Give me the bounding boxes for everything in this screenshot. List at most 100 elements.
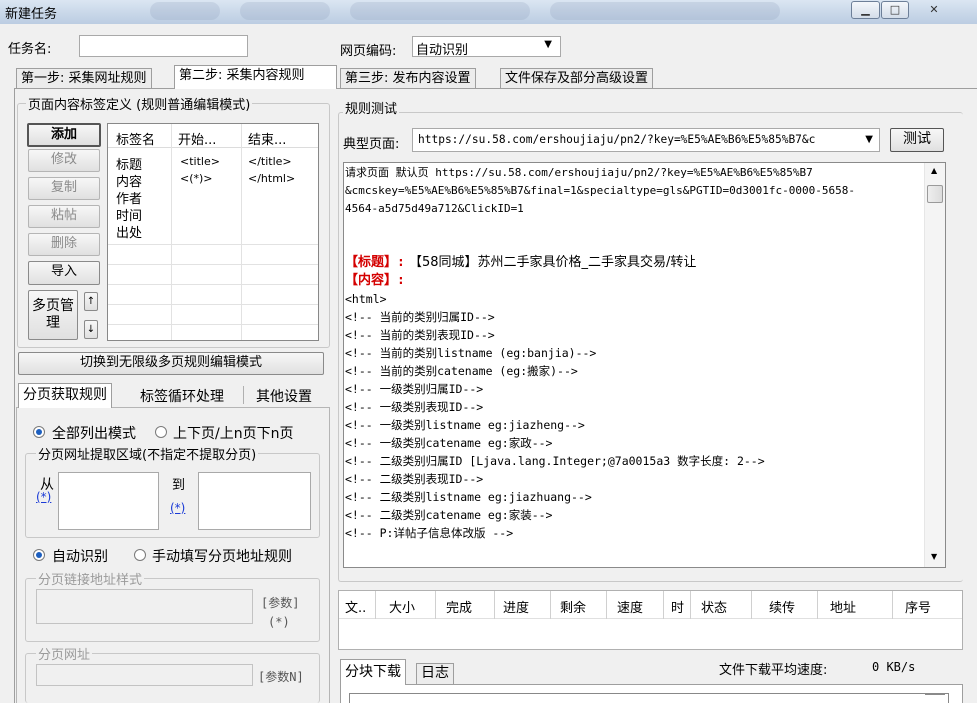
output-line: <!-- 一级类别表现ID--> [345,400,484,414]
avg-speed-label: 文件下载平均速度: [719,663,828,678]
task-name-input[interactable] [79,35,248,57]
page-encoding-select[interactable]: 自动识别 ▼ [412,36,561,58]
auto-detect-radio[interactable] [33,549,45,561]
col-address[interactable]: 地址 [830,597,856,616]
tag-start: <(*)> [180,172,213,185]
output-line: 【内容】: [345,272,923,290]
tab-log[interactable]: 日志 [416,663,454,685]
auto-detect-label[interactable]: 自动识别 [52,546,108,566]
paging-url-input[interactable] [36,664,253,686]
output-line: 【标题】: 【58同城】苏州二手家具价格_二手家具交易/转让 [345,254,923,272]
link-style-title: 分页链接地址样式 [36,569,145,588]
typical-page-url: https://su.58.com/ershoujiaju/pn2/?key=%… [418,133,816,146]
column-header-start[interactable]: 开始... [178,129,216,148]
output-line: <!-- 当前的类别归属ID--> [345,310,495,324]
output-line: <!-- 一级类别归属ID--> [345,382,484,396]
table-row[interactable]: 时间 [108,205,318,224]
col-resume[interactable]: 续传 [769,597,795,616]
tab-chunk-download[interactable]: 分块下载 [340,659,406,685]
col-remaining[interactable]: 剩余 [560,597,586,616]
output-line: <!-- 二级类别listname eg:jiazhuang--> [345,490,592,504]
col-time[interactable]: 时 [671,597,684,616]
mode-all-label[interactable]: 全部列出模式 [52,423,136,443]
tag-end: </html> [248,172,296,185]
output-line: &cmcskey=%E5%AE%B6%E5%85%B7&final=1&spec… [345,184,855,197]
mode-prev-next-radio[interactable] [155,426,167,438]
col-done[interactable]: 完成 [446,597,472,616]
col-status[interactable]: 状态 [701,597,727,616]
maximize-button[interactable]: □ [881,1,909,19]
title-bar: 新建任务 ▁ □ ✕ [0,0,977,24]
manual-rule-label[interactable]: 手动填写分页地址规则 [152,546,292,566]
col-index[interactable]: 序号 [905,597,931,616]
tab-tag-loop[interactable]: 标签循环处理 [140,386,224,406]
tab-step1-url-rules[interactable]: 第一步: 采集网址规则 [16,68,152,89]
link-style-input[interactable] [36,589,253,624]
row-divider [108,264,318,265]
param-label[interactable]: [参数] [261,594,299,611]
typical-page-url-select[interactable]: https://su.58.com/ershoujiaju/pn2/?key=%… [412,128,880,152]
minimize-button[interactable]: ▁ [851,1,880,19]
move-up-button[interactable]: ↑ [84,292,98,311]
to-textarea[interactable] [198,472,311,530]
table-row[interactable]: 标题 <title> </title> [108,154,318,173]
row-divider [108,244,318,245]
tag-table: 标签名 开始... 结束... 标题 <title> </title> 内容 <… [107,123,319,341]
param-star-label[interactable]: (*) [268,615,290,629]
blurred-toolbar-decoration [150,2,220,20]
move-down-button[interactable]: ↓ [84,320,98,339]
copy-button[interactable]: 复制 [28,177,100,200]
paging-url-title: 分页网址 [36,644,93,663]
test-button[interactable]: 测试 [890,128,944,152]
scroll-up-icon[interactable]: ▲ [931,166,937,175]
row-divider [108,324,318,325]
download-table[interactable]: 文.. 大小 完成 进度 剩余 速度 时 状态 续传 地址 序号 [338,590,963,650]
page-encoding-label: 网页编码: [340,44,397,59]
mode-all-radio[interactable] [33,426,45,438]
mode-prev-next-label[interactable]: 上下页/上n页下n页 [173,423,293,443]
tab-other-settings[interactable]: 其他设置 [256,386,312,406]
chunk-list[interactable] [349,693,949,703]
chevron-down-icon: ▼ [865,134,873,145]
row-divider [108,284,318,285]
to-wildcard-link[interactable]: (*) [170,501,185,515]
table-row[interactable]: 内容 <(*)> </html> [108,171,318,190]
column-header-name[interactable]: 标签名 [116,129,155,148]
add-button[interactable]: 添加 [27,123,101,147]
from-wildcard-link[interactable]: (*) [36,490,51,504]
arrow-down-icon: ↓ [86,324,96,335]
delete-button[interactable]: 删除 [28,233,100,256]
output-line: <!-- 当前的类别listname (eg:banjia)--> [345,346,597,360]
manual-rule-radio[interactable] [134,549,146,561]
tab-step2-content-rules[interactable]: 第二步: 采集内容规则 [174,65,337,89]
col-size[interactable]: 大小 [389,597,415,616]
multipage-manage-button[interactable]: 多页管理 [28,290,78,340]
tab-file-save-advanced[interactable]: 文件保存及部分高级设置 [500,68,654,89]
output-scrollbar[interactable]: ▲ ▼ [924,163,945,567]
tag-end: </title> [248,155,292,168]
column-header-end[interactable]: 结束... [248,129,286,148]
param-n-label[interactable]: [参数N] [258,668,304,685]
edit-button[interactable]: 修改 [28,149,100,172]
scrollbar-thumb[interactable] [927,185,943,203]
tag-name: 出处 [116,226,143,241]
switch-multilevel-mode-button[interactable]: 切换到无限级多页规则编辑模式 [18,352,324,375]
col-speed[interactable]: 速度 [617,597,643,616]
close-button[interactable]: ✕ [910,1,958,19]
test-output-area[interactable]: 请求页面 默认页 https://su.58.com/ershoujiaju/p… [343,162,946,568]
output-line: <!-- 二级类别表现ID--> [345,472,484,486]
scroll-down-icon[interactable]: ▼ [931,552,937,561]
typical-page-label: 典型页面: [343,137,400,152]
table-row[interactable]: 出处 [108,222,318,241]
paste-button[interactable]: 粘帖 [28,205,100,228]
col-file[interactable]: 文.. [345,597,366,616]
table-row[interactable]: 作者 [108,188,318,207]
from-textarea[interactable] [58,472,159,530]
tab-step3-publish[interactable]: 第三步: 发布内容设置 [340,68,476,89]
tab-paging-rules[interactable]: 分页获取规则 [18,383,112,408]
output-field-value: 【58同城】苏州二手家具价格_二手家具交易/转让 [404,255,697,270]
import-button[interactable]: 导入 [28,261,100,285]
col-progress[interactable]: 进度 [503,597,529,616]
